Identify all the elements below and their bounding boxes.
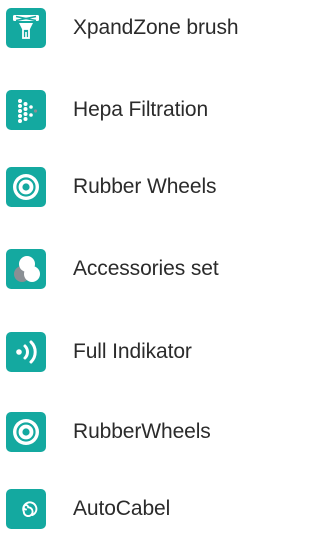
filter-dots-icon: [6, 90, 46, 130]
feature-item-accessories-set: Accessories set: [6, 249, 286, 289]
feature-item-rubber-wheels: Rubber Wheels: [6, 167, 286, 207]
feature-item-hepa-filtration: Hepa Filtration: [6, 90, 286, 130]
feature-item-rubberwheels: RubberWheels: [6, 412, 286, 452]
accessories-icon: [6, 249, 46, 289]
feature-label: Accessories set: [73, 257, 219, 280]
feature-label: XpandZone brush: [73, 16, 239, 39]
feature-item-autocabel: AutoCabel: [6, 489, 286, 529]
feature-label: AutoCabel: [73, 497, 171, 520]
cable-rewind-icon: [6, 489, 46, 529]
brush-icon: [6, 8, 46, 48]
feature-list: XpandZone brush Hepa Filtration Rubber W…: [0, 0, 288, 535]
feature-label: Full Indikator: [73, 340, 192, 363]
signal-indicator-icon: [6, 332, 46, 372]
wheel-icon: [6, 167, 46, 207]
feature-label: Hepa Filtration: [73, 98, 209, 121]
feature-label: RubberWheels: [73, 420, 211, 443]
feature-item-full-indikator: Full Indikator: [6, 332, 286, 372]
feature-label: Rubber Wheels: [73, 175, 217, 198]
feature-item-xpandzone-brush: XpandZone brush: [6, 8, 286, 48]
wheel-icon: [6, 412, 46, 452]
